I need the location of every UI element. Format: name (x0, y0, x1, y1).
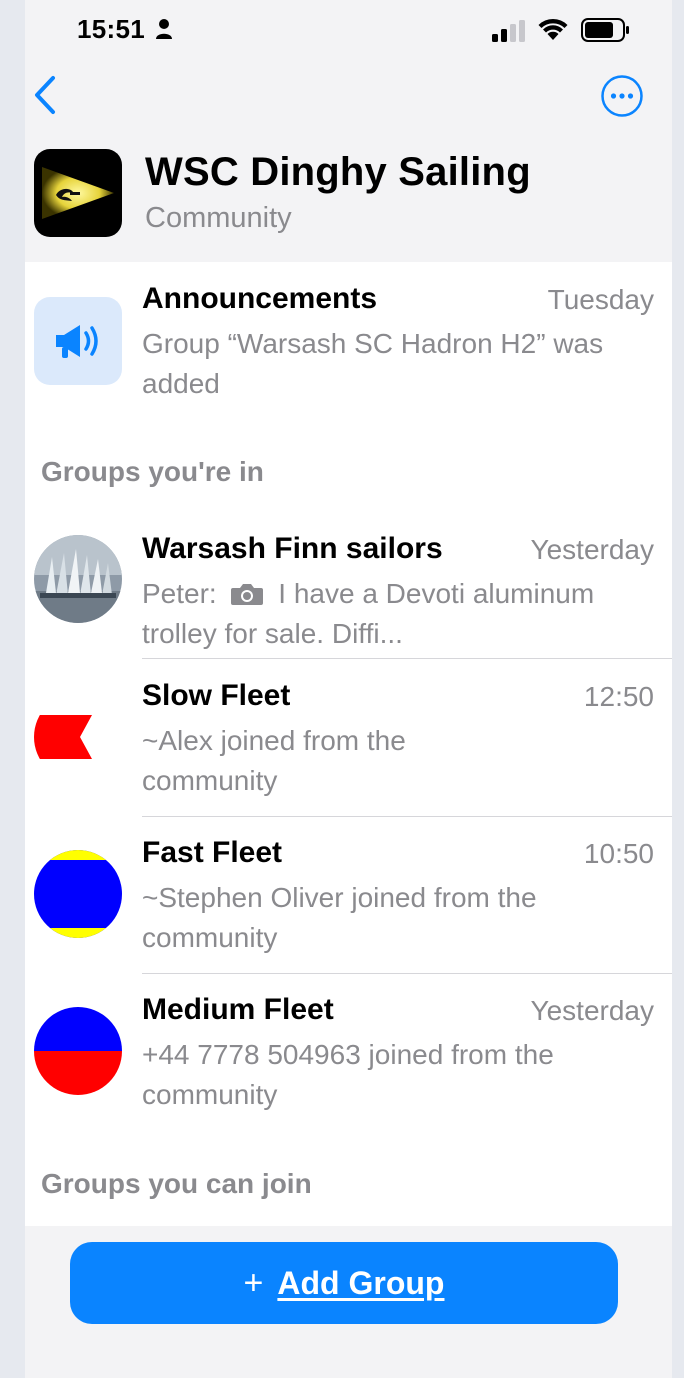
group-preview: Peter: I have a Devoti aluminum trolley … (142, 574, 642, 654)
person-icon (156, 19, 172, 39)
announcements-time: Tuesday (547, 284, 654, 315)
community-list: Announcements Tuesday Group “Warsash SC … (25, 262, 672, 1226)
group-avatar-fast-fleet (34, 850, 122, 938)
group-avatar-slow-fleet (34, 693, 122, 781)
group-name: Warsash Finn sailors (142, 532, 443, 565)
group-row[interactable]: Warsash Finn sailors Yesterday Peter: I … (25, 512, 672, 660)
wifi-icon (538, 18, 568, 40)
group-name: Slow Fleet (142, 679, 291, 712)
add-group-button[interactable]: + Add Group (70, 1242, 618, 1324)
status-bar: 15:51 (25, 0, 672, 60)
section-groups-in: Groups you're in (41, 456, 264, 487)
group-time: Yesterday (530, 534, 655, 565)
group-time: Yesterday (530, 995, 655, 1026)
community-screen: 15:51 WSC Dinghy Sailing Community Annou… (25, 0, 672, 1378)
add-group-label: Add Group (277, 1264, 445, 1301)
section-groups-join: Groups you can join (41, 1168, 312, 1199)
community-title: WSC Dinghy Sailing (145, 150, 531, 194)
camera-icon (231, 584, 264, 605)
announcements-name: Announcements (142, 282, 378, 315)
group-preview: +44 7778 504963 joined from the communit… (142, 1039, 554, 1110)
community-subtitle: Community (145, 202, 292, 234)
group-preview: ~Alex joined from the community (142, 725, 406, 796)
back-chevron-icon[interactable] (31, 74, 61, 116)
announcements-avatar (34, 297, 122, 385)
group-name: Medium Fleet (142, 993, 334, 1026)
community-logo (34, 149, 122, 237)
preview-sender: Peter: (142, 578, 217, 609)
announcements-preview: Group “Warsash SC Hadron H2” was added (142, 328, 604, 399)
plus-icon: + (243, 1263, 264, 1302)
cellular-signal-icon (492, 20, 525, 42)
announcements-row[interactable]: Announcements Tuesday Group “Warsash SC … (25, 262, 672, 422)
megaphone-icon (56, 325, 98, 358)
more-options-icon[interactable] (600, 74, 644, 118)
group-time: 10:50 (583, 838, 654, 869)
group-preview: ~Stephen Oliver joined from the communit… (142, 882, 537, 953)
group-row[interactable]: Slow Fleet 12:50 ~Alex joined from the c… (25, 659, 672, 817)
group-row[interactable]: Fast Fleet 10:50 ~Stephen Oliver joined … (25, 816, 672, 974)
battery-icon (581, 18, 629, 42)
group-avatar-finn (34, 535, 122, 623)
group-row[interactable]: Medium Fleet Yesterday +44 7778 504963 j… (25, 973, 672, 1131)
status-time: 15:51 (77, 14, 145, 44)
group-name: Fast Fleet (142, 836, 283, 869)
group-time: 12:50 (583, 681, 654, 712)
group-avatar-medium-fleet (34, 1007, 122, 1095)
